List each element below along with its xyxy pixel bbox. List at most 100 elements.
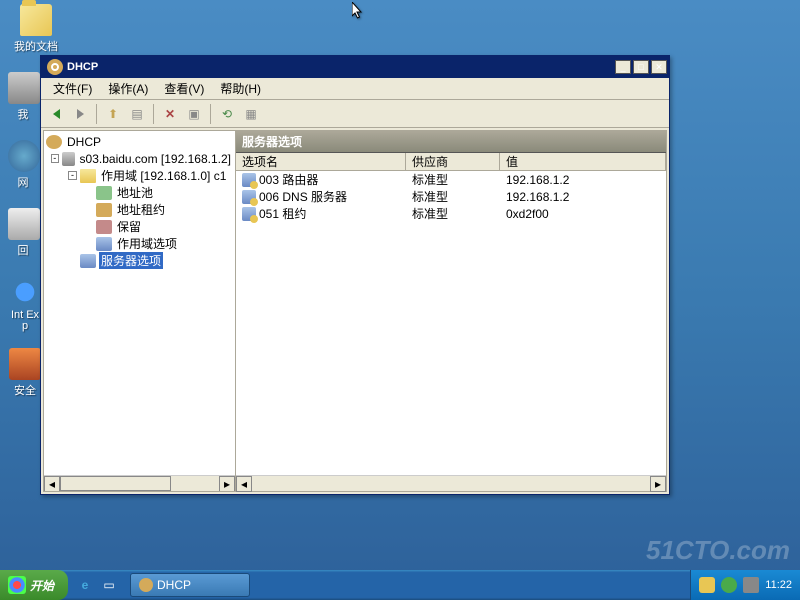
desktop-icon-network[interactable]: 网 <box>8 140 38 190</box>
tree-address-lease[interactable]: 地址租约 <box>46 201 233 218</box>
menu-help[interactable]: 帮助(H) <box>212 78 269 99</box>
col-value[interactable]: 值 <box>500 153 666 170</box>
scroll-track[interactable] <box>60 476 219 491</box>
menubar: 文件(F) 操作(A) 查看(V) 帮助(H) <box>41 78 669 100</box>
menu-file[interactable]: 文件(F) <box>45 78 100 99</box>
tree-server-options[interactable]: 服务器选项 <box>46 252 233 269</box>
col-vendor[interactable]: 供应商 <box>406 153 500 170</box>
maximize-button[interactable]: □ <box>633 60 649 74</box>
tree-address-pool[interactable]: 地址池 <box>46 184 233 201</box>
cell-value: 192.168.1.2 <box>500 173 666 187</box>
tray-network-icon[interactable] <box>721 577 737 593</box>
start-label: 开始 <box>30 577 54 594</box>
back-button[interactable] <box>45 103 67 125</box>
tree-reservations[interactable]: 保留 <box>46 218 233 235</box>
list-rows[interactable]: 003 路由器 标准型 192.168.1.2 006 DNS 服务器 标准型 … <box>236 171 666 475</box>
tree-server[interactable]: - s03.baidu.com [192.168.1.2] <box>46 150 233 167</box>
desktop-icon-documents[interactable]: 我的文档 <box>8 4 64 54</box>
list-row[interactable]: 006 DNS 服务器 标准型 192.168.1.2 <box>236 188 666 205</box>
option-icon <box>242 190 256 204</box>
desktop-icon-label: Int Exp <box>8 310 42 332</box>
close-button[interactable]: ✕ <box>651 60 667 74</box>
tree-label: 地址租约 <box>115 201 167 218</box>
copy-button[interactable]: ▣ <box>183 103 205 125</box>
properties-button[interactable]: ▤ <box>126 103 148 125</box>
up-button[interactable]: ⬆ <box>102 103 124 125</box>
quick-desktop[interactable]: ▭ <box>98 574 120 596</box>
menu-view[interactable]: 查看(V) <box>156 78 212 99</box>
desktop-icon-label: 我的文档 <box>8 38 64 54</box>
scope-icon <box>80 169 96 183</box>
cell-vendor: 标准型 <box>406 205 500 222</box>
tree-label: DHCP <box>65 135 103 149</box>
tree-label: 作用域选项 <box>115 235 179 252</box>
pool-icon <box>96 186 112 200</box>
quick-launch: e ▭ <box>68 574 126 596</box>
cell-value: 192.168.1.2 <box>500 190 666 204</box>
tree-panel[interactable]: DHCP - s03.baidu.com [192.168.1.2] - 作用域… <box>44 131 236 491</box>
menu-action[interactable]: 操作(A) <box>100 78 156 99</box>
desktop-icon-recycle[interactable]: 回 <box>8 208 38 258</box>
export-icon: ▦ <box>245 107 256 121</box>
tree-h-scrollbar[interactable]: ◂ ▸ <box>44 475 235 491</box>
scroll-track[interactable] <box>252 476 650 491</box>
tray-volume-icon[interactable] <box>743 577 759 593</box>
export-button[interactable]: ▦ <box>240 103 262 125</box>
desktop-icon-label: 我 <box>8 106 38 122</box>
quick-ie[interactable]: e <box>74 574 96 596</box>
clock[interactable]: 11:22 <box>765 579 792 591</box>
tree-label: 服务器选项 <box>99 252 163 269</box>
copy-icon: ▣ <box>188 107 199 121</box>
tree-scope-options[interactable]: 作用域选项 <box>46 235 233 252</box>
desktop-icon-ie[interactable]: Int Exp <box>8 276 42 332</box>
list-row[interactable]: 051 租约 标准型 0xd2f00 <box>236 205 666 222</box>
scroll-thumb[interactable] <box>60 476 171 491</box>
dhcp-icon <box>139 578 153 592</box>
computer-icon <box>8 72 40 104</box>
collapse-icon[interactable]: - <box>68 171 77 180</box>
cell-vendor: 标准型 <box>406 171 500 188</box>
forward-button[interactable] <box>69 103 91 125</box>
start-button[interactable]: 开始 <box>0 570 68 600</box>
tree-scope[interactable]: - 作用域 [192.168.1.0] c1 <box>46 167 233 184</box>
tree-label: s03.baidu.com [192.168.1.2] <box>78 152 233 166</box>
toolbar-divider <box>96 104 97 124</box>
list-header: 服务器选项 <box>236 131 666 153</box>
list-row[interactable]: 003 路由器 标准型 192.168.1.2 <box>236 171 666 188</box>
refresh-button[interactable]: ⟲ <box>216 103 238 125</box>
desktop-icon-security[interactable]: 安全 <box>8 348 42 398</box>
col-name[interactable]: 选项名 <box>236 153 406 170</box>
desktop-icon-label: 回 <box>8 242 38 258</box>
minimize-button[interactable]: _ <box>615 60 631 74</box>
list-h-scrollbar[interactable]: ◂ ▸ <box>236 475 666 491</box>
desktop-icon-computer[interactable]: 我 <box>8 72 38 122</box>
scroll-left-button[interactable]: ◂ <box>44 476 60 491</box>
ie-icon: e <box>82 578 89 592</box>
column-headers: 选项名 供应商 值 <box>236 153 666 171</box>
cell-vendor: 标准型 <box>406 188 500 205</box>
folder-icon <box>20 4 52 36</box>
refresh-icon: ⟲ <box>222 107 232 121</box>
delete-button[interactable]: ✕ <box>159 103 181 125</box>
cell-value: 0xd2f00 <box>500 207 666 221</box>
system-tray[interactable]: 11:22 <box>690 570 800 600</box>
scroll-right-button[interactable]: ▸ <box>219 476 235 491</box>
arrow-left-icon <box>53 109 60 119</box>
content-area: DHCP - s03.baidu.com [192.168.1.2] - 作用域… <box>43 130 667 492</box>
taskbar: 开始 e ▭ DHCP 11:22 <box>0 570 800 600</box>
tray-shield-icon[interactable] <box>699 577 715 593</box>
scroll-right-button[interactable]: ▸ <box>650 476 666 492</box>
collapse-icon[interactable]: - <box>51 154 59 163</box>
taskbar-task-dhcp[interactable]: DHCP <box>130 573 250 597</box>
globe-icon <box>8 140 40 172</box>
ie-icon <box>9 276 41 308</box>
scroll-left-button[interactable]: ◂ <box>236 476 252 492</box>
tree-root[interactable]: DHCP <box>46 133 233 150</box>
toolbar-divider <box>153 104 154 124</box>
tree-label: 作用域 [192.168.1.0] c1 <box>99 167 228 184</box>
mouse-cursor <box>352 2 364 20</box>
desktop-icon-label: 安全 <box>8 382 42 398</box>
titlebar[interactable]: DHCP _ □ ✕ <box>41 56 669 78</box>
watermark: 51CTO.com <box>646 535 790 566</box>
options-icon <box>96 237 112 251</box>
